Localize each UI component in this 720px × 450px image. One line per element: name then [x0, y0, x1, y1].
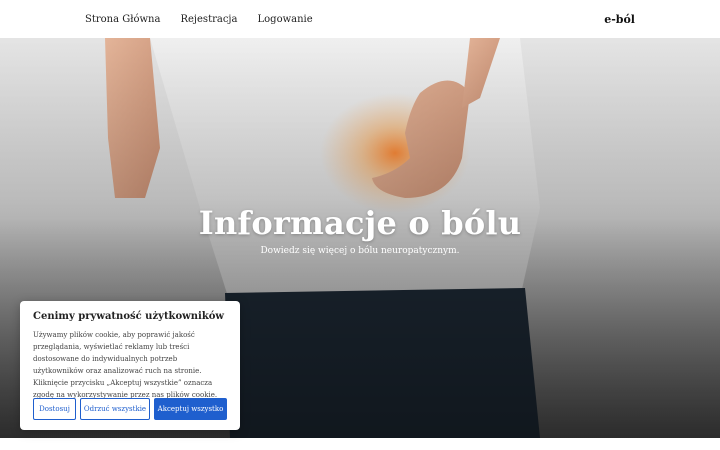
hero-title: Informacje o bólu — [198, 204, 522, 242]
hero-subtitle: Dowiedz się więcej o bólu neuropatycznym… — [260, 246, 460, 256]
nav-link-login[interactable]: Logowanie — [258, 14, 313, 25]
top-navbar: Strona Główna Rejestracja Logowanie e-bó… — [0, 0, 720, 38]
main-nav: Strona Główna Rejestracja Logowanie — [85, 0, 313, 38]
customize-button[interactable]: Dostosuj — [33, 398, 76, 420]
nav-link-home[interactable]: Strona Główna — [85, 14, 160, 25]
cookie-title: Cenimy prywatność użytkowników — [33, 311, 225, 322]
cookie-consent-dialog: Cenimy prywatność użytkowników Używamy p… — [20, 301, 240, 430]
cookie-text: Używamy plików cookie, aby poprawić jako… — [33, 331, 218, 399]
accept-all-button[interactable]: Akceptuj wszystko — [154, 398, 227, 420]
brand-logo[interactable]: e-ból — [604, 0, 635, 38]
cookie-buttons: Dostosuj Odrzuć wszystkie Akceptuj wszys… — [33, 398, 227, 420]
reject-all-button[interactable]: Odrzuć wszystkie — [80, 398, 150, 420]
nav-link-register[interactable]: Rejestracja — [180, 14, 237, 25]
